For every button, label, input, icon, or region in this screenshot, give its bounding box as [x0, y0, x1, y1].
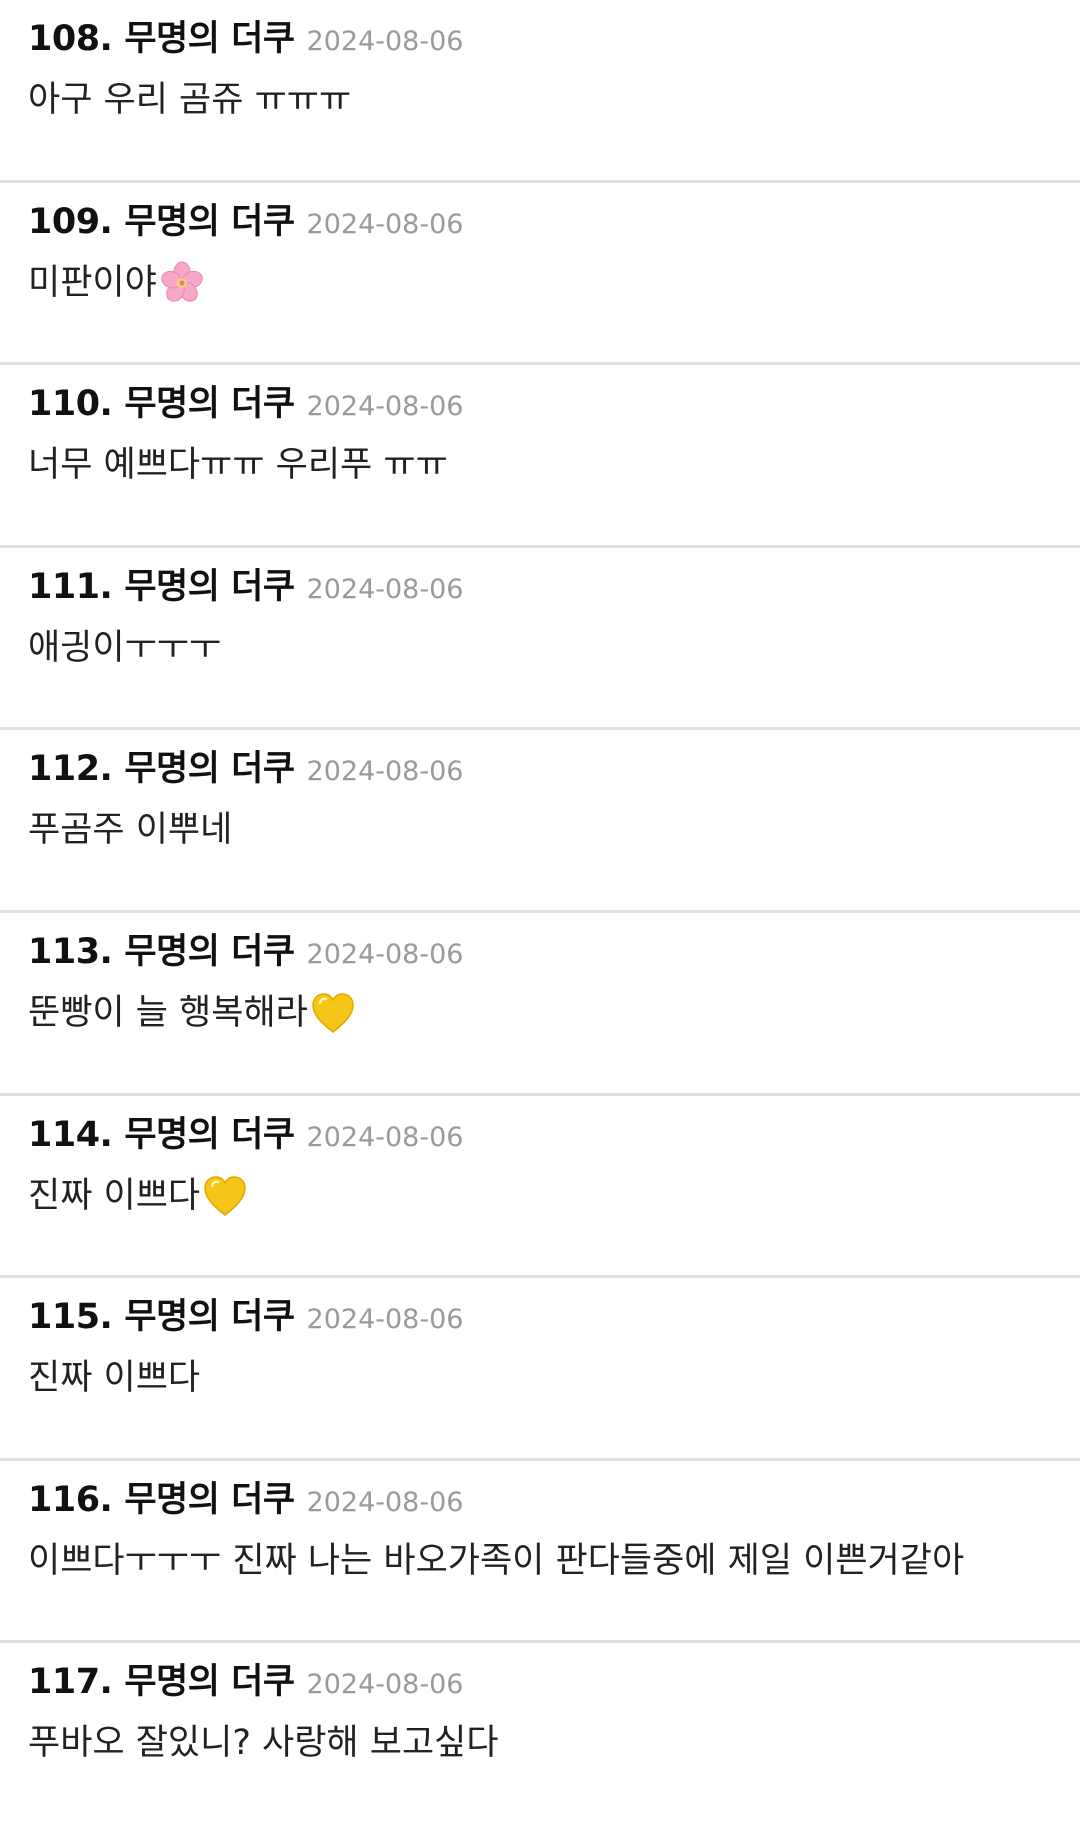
comment-date: 2024-08-06 — [306, 573, 464, 605]
comment-body: 진짜 이쁘다 — [28, 1172, 1052, 1220]
comment-body: 애긩이ㅜㅜㅜ — [28, 624, 1052, 672]
comment-body: 푸바오 잘있니? 사랑해 보고싶다 — [28, 1719, 1052, 1767]
comment-text: 애긩이ㅜㅜㅜ — [28, 627, 222, 668]
comment-date: 2024-08-06 — [306, 938, 464, 970]
comment-body: 진짜 이쁘다 — [28, 1354, 1052, 1402]
comment-header: 108. 무명의 더쿠 2024-08-06 — [28, 10, 1052, 59]
comment-number[interactable]: 109. — [28, 202, 113, 242]
comment-list: 108. 무명의 더쿠 2024-08-06 아구 우리 곰쥬 ㅠㅠㅠ 109.… — [0, 0, 1080, 1826]
comment-date: 2024-08-06 — [306, 1486, 464, 1518]
comment-number[interactable]: 115. — [28, 1297, 113, 1337]
comment-author[interactable]: 무명의 더쿠 — [124, 1106, 295, 1157]
comment-author[interactable]: 무명의 더쿠 — [124, 193, 295, 244]
comment-number[interactable]: 113. — [28, 932, 113, 972]
comment-header: 109. 무명의 더쿠 2024-08-06 — [28, 193, 1052, 242]
comment-author[interactable]: 무명의 더쿠 — [124, 10, 295, 61]
comment-text: 이쁘다ㅜㅜㅜ 진짜 나는 바오가족이 판다들중에 제일 이쁜거같아 — [28, 1540, 965, 1581]
comment-body: 미판이야 — [28, 259, 1052, 307]
comment-text: 진짜 이쁘다 — [28, 1358, 201, 1399]
comment-item: 117. 무명의 더쿠 2024-08-06 푸바오 잘있니? 사랑해 보고싶다 — [0, 1643, 1080, 1826]
comment-header: 111. 무명의 더쿠 2024-08-06 — [28, 558, 1052, 607]
comment-header: 110. 무명의 더쿠 2024-08-06 — [28, 375, 1052, 424]
comment-author[interactable]: 무명의 더쿠 — [124, 1471, 295, 1522]
comment-body: 너무 예쁘다ㅠㅠ 우리푸 ㅠㅠ — [28, 441, 1052, 489]
comment-item: 109. 무명의 더쿠 2024-08-06 미판이야 — [0, 183, 1080, 366]
comment-header: 114. 무명의 더쿠 2024-08-06 — [28, 1106, 1052, 1155]
comment-item: 112. 무명의 더쿠 2024-08-06 푸곰주 이뿌네 — [0, 730, 1080, 913]
comment-text: 진짜 이쁘다 — [28, 1175, 201, 1216]
comment-author[interactable]: 무명의 더쿠 — [124, 558, 295, 609]
comment-text: 미판이야 — [28, 262, 157, 303]
comment-date: 2024-08-06 — [306, 756, 464, 788]
comment-text: 뚠빵이 늘 행복해라 — [28, 992, 308, 1033]
comment-item: 115. 무명의 더쿠 2024-08-06 진짜 이쁘다 — [0, 1278, 1080, 1461]
comment-item: 111. 무명의 더쿠 2024-08-06 애긩이ㅜㅜㅜ — [0, 548, 1080, 731]
comment-author[interactable]: 무명의 더쿠 — [124, 923, 295, 974]
comment-date: 2024-08-06 — [306, 1304, 464, 1336]
comment-number[interactable]: 112. — [28, 749, 113, 789]
comment-number[interactable]: 108. — [28, 19, 113, 59]
comment-text: 푸곰주 이뿌네 — [28, 810, 233, 851]
comment-text: 아구 우리 곰쥬 ㅠㅠㅠ — [28, 80, 352, 120]
comment-number[interactable]: 117. — [28, 1662, 113, 1702]
comment-header: 117. 무명의 더쿠 2024-08-06 — [28, 1653, 1052, 1702]
comment-header: 112. 무명의 더쿠 2024-08-06 — [28, 740, 1052, 789]
comment-number[interactable]: 116. — [28, 1480, 113, 1520]
comment-header: 116. 무명의 더쿠 2024-08-06 — [28, 1471, 1052, 1520]
comment-text: 너무 예쁘다ㅠㅠ 우리푸 ㅠㅠ — [28, 445, 448, 486]
comment-number[interactable]: 110. — [28, 384, 113, 424]
comment-body: 아구 우리 곰쥬 ㅠㅠㅠ — [28, 76, 1052, 124]
cherry-blossom-icon — [159, 260, 205, 306]
comment-date: 2024-08-06 — [306, 1121, 464, 1153]
comment-date: 2024-08-06 — [306, 391, 464, 423]
comment-item: 113. 무명의 더쿠 2024-08-06 뚠빵이 늘 행복해라 — [0, 913, 1080, 1096]
comment-date: 2024-08-06 — [306, 208, 464, 240]
comment-author[interactable]: 무명의 더쿠 — [124, 740, 295, 791]
comment-item: 114. 무명의 더쿠 2024-08-06 진짜 이쁘다 — [0, 1096, 1080, 1279]
yellow-heart-icon — [202, 1174, 248, 1218]
comment-header: 113. 무명의 더쿠 2024-08-06 — [28, 923, 1052, 972]
comment-body: 푸곰주 이뿌네 — [28, 806, 1052, 854]
comment-number[interactable]: 114. — [28, 1115, 113, 1155]
yellow-heart-icon — [310, 991, 356, 1035]
comment-date: 2024-08-06 — [306, 26, 464, 57]
comment-item: 110. 무명의 더쿠 2024-08-06 너무 예쁘다ㅠㅠ 우리푸 ㅠㅠ — [0, 365, 1080, 548]
comment-body: 뚠빵이 늘 행복해라 — [28, 989, 1052, 1037]
comment-body: 이쁘다ㅜㅜㅜ 진짜 나는 바오가족이 판다들중에 제일 이쁜거같아 — [28, 1537, 1052, 1585]
comment-header: 115. 무명의 더쿠 2024-08-06 — [28, 1288, 1052, 1337]
comment-author[interactable]: 무명의 더쿠 — [124, 1653, 295, 1704]
comment-item: 116. 무명의 더쿠 2024-08-06 이쁘다ㅜㅜㅜ 진짜 나는 바오가족… — [0, 1461, 1080, 1644]
comment-text: 푸바오 잘있니? 사랑해 보고싶다 — [28, 1723, 499, 1764]
comment-author[interactable]: 무명의 더쿠 — [124, 1288, 295, 1339]
comment-number[interactable]: 111. — [28, 567, 113, 607]
comment-author[interactable]: 무명의 더쿠 — [124, 375, 295, 426]
comment-date: 2024-08-06 — [306, 1669, 464, 1701]
comment-item: 108. 무명의 더쿠 2024-08-06 아구 우리 곰쥬 ㅠㅠㅠ — [0, 0, 1080, 183]
